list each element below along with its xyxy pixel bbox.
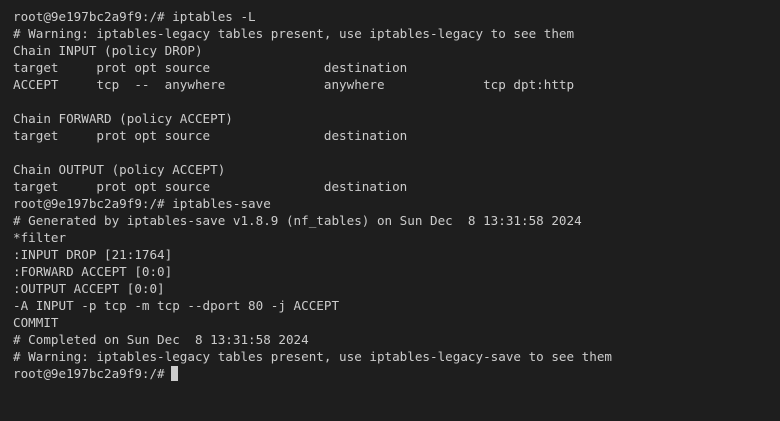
terminal-line: target prot opt source destination <box>13 60 408 75</box>
terminal-line: root@9e197bc2a9f9:/# iptables-save <box>13 196 271 211</box>
terminal-line: Chain INPUT (policy DROP) <box>13 43 203 58</box>
text-cursor <box>170 366 178 381</box>
terminal-line: # Completed on Sun Dec 8 13:31:58 2024 <box>13 332 309 347</box>
terminal-line: Chain OUTPUT (policy ACCEPT) <box>13 162 226 177</box>
terminal-line: -A INPUT -p tcp -m tcp --dport 80 -j ACC… <box>13 298 340 313</box>
terminal-line: target prot opt source destination <box>13 179 408 194</box>
terminal-line: :OUTPUT ACCEPT [0:0] <box>13 281 165 296</box>
terminal-line: target prot opt source destination <box>13 128 408 143</box>
terminal-line: COMMIT <box>13 315 59 330</box>
terminal-line: :FORWARD ACCEPT [0:0] <box>13 264 173 279</box>
terminal-window[interactable]: root@9e197bc2a9f9:/# iptables -L # Warni… <box>0 0 780 421</box>
terminal-line: # Warning: iptables-legacy tables presen… <box>13 349 612 364</box>
terminal-line: # Generated by iptables-save v1.8.9 (nf_… <box>13 213 582 228</box>
terminal-line: # Warning: iptables-legacy tables presen… <box>13 26 575 41</box>
shell-prompt: root@9e197bc2a9f9:/# <box>13 366 165 381</box>
terminal-line: root@9e197bc2a9f9:/# iptables -L <box>13 9 256 24</box>
command-input-line[interactable]: root@9e197bc2a9f9:/# <box>13 365 780 382</box>
terminal-line: ACCEPT tcp -- anywhere anywhere tcp dpt:… <box>13 77 575 92</box>
terminal-line: :INPUT DROP [21:1764] <box>13 247 173 262</box>
terminal-line: *filter <box>13 230 67 245</box>
terminal-line: Chain FORWARD (policy ACCEPT) <box>13 111 233 126</box>
